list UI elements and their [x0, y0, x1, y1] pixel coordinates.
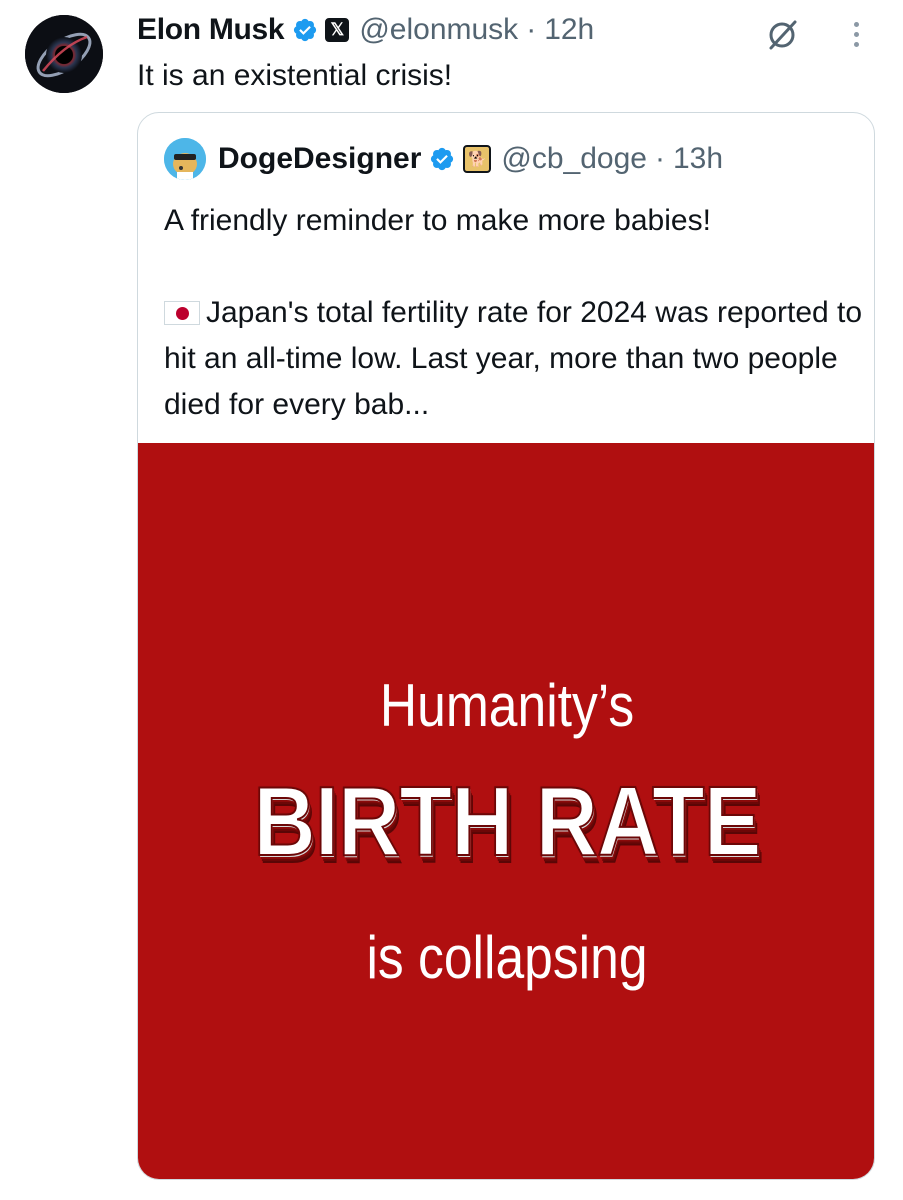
quoted-media-image[interactable]: Humanity’s BIRTH RATE is collapsing [138, 443, 874, 1179]
separator: · [526, 13, 537, 46]
japan-flag-icon [164, 301, 200, 325]
quoted-text-line: A friendly reminder to make more babies! [164, 204, 711, 237]
author-handle[interactable]: @elonmusk [359, 13, 518, 47]
doge-avatar-icon [164, 138, 206, 180]
quoted-tweet-header: DogeDesigner 🐕 @cb_doge · 13h [218, 141, 723, 177]
quoted-author-name[interactable]: DogeDesigner [218, 142, 421, 176]
quoted-text-paragraph: Japan's total fertility rate for 2024 wa… [164, 290, 864, 428]
quoted-author-avatar[interactable] [164, 138, 206, 180]
more-options-icon[interactable] [838, 16, 874, 52]
quoted-tweet-text: A friendly reminder to make more babies!… [164, 198, 864, 428]
verified-badge-icon [292, 17, 318, 43]
tweet-header: Elon Musk 𝕏 @elonmusk · 12h [137, 12, 594, 48]
quoted-author-handle[interactable]: @cb_doge [501, 142, 647, 176]
media-text-line1: Humanity’s [379, 672, 635, 739]
tweet-text: It is an existential crisis! [137, 59, 453, 92]
tweet-time[interactable]: 12h [544, 13, 594, 47]
media-text-headline: BIRTH RATE [253, 765, 763, 877]
doge-affiliate-badge-icon: 🐕 [463, 145, 492, 173]
author-name[interactable]: Elon Musk [137, 13, 285, 47]
separator: · [654, 142, 665, 175]
grok-icon[interactable] [762, 15, 802, 55]
x-affiliate-badge-icon: 𝕏 [325, 18, 350, 42]
media-text-line3: is collapsing [366, 924, 648, 991]
quoted-paragraph-text: Japan's total fertility rate for 2024 wa… [164, 296, 863, 421]
quoted-tweet-card[interactable]: DogeDesigner 🐕 @cb_doge · 13h A friendly… [137, 112, 875, 1180]
black-hole-avatar-icon [25, 15, 103, 93]
verified-badge-icon [429, 146, 455, 172]
author-avatar[interactable] [25, 15, 103, 93]
quoted-tweet-time[interactable]: 13h [673, 142, 723, 176]
